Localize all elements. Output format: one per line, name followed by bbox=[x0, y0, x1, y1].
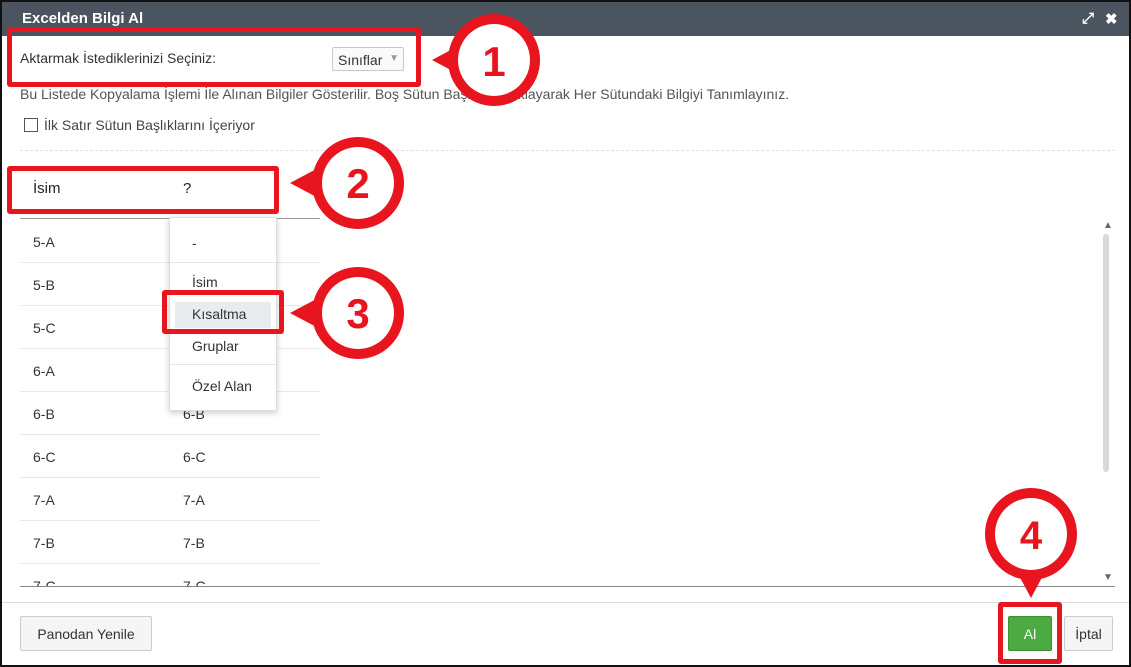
checkbox-label: İlk Satır Sütun Başlıklarını İçeriyor bbox=[44, 117, 255, 133]
highlight-box-3 bbox=[162, 290, 284, 334]
dialog-footer bbox=[2, 602, 1129, 665]
header-row-checkbox[interactable] bbox=[24, 118, 38, 132]
table-cell: 5-B bbox=[33, 277, 55, 293]
close-icon[interactable]: ✖ bbox=[1105, 10, 1118, 28]
table-cell: 7-B bbox=[183, 535, 205, 551]
callout-3-number: 3 bbox=[346, 290, 369, 337]
table-cell: 6-B bbox=[33, 406, 55, 422]
table-cell: 7-C bbox=[33, 578, 56, 586]
highlight-box-2 bbox=[7, 166, 279, 214]
scroll-up-icon[interactable]: ▲ bbox=[1103, 220, 1113, 231]
divider bbox=[20, 150, 1115, 151]
refresh-from-clipboard-button[interactable]: Panodan Yenile bbox=[20, 616, 152, 651]
header-row-checkbox-row[interactable]: İlk Satır Sütun Başlıklarını İçeriyor bbox=[24, 117, 255, 133]
dropdown-separator bbox=[170, 262, 276, 263]
table-row: 6-C 6-C bbox=[20, 435, 320, 478]
cancel-button[interactable]: İptal bbox=[1064, 616, 1113, 651]
window-title: Excelden Bilgi Al bbox=[22, 10, 144, 27]
callout-1-number: 1 bbox=[482, 38, 505, 85]
table-row: 7-B 7-B bbox=[20, 521, 320, 564]
dialog-window: Excelden Bilgi Al ⤢ ✖ Aktarmak İstedikle… bbox=[0, 0, 1131, 667]
info-text: Bu Listede Kopyalama İşlemi İle Alınan B… bbox=[20, 86, 790, 102]
scroll-down-icon[interactable]: ▼ bbox=[1103, 572, 1113, 583]
callout-2: 2 bbox=[290, 137, 404, 229]
callout-1: 1 bbox=[432, 14, 540, 106]
table-cell: 6-C bbox=[33, 449, 56, 465]
table-cell: 7-A bbox=[183, 492, 205, 508]
table-cell: 7-B bbox=[33, 535, 55, 551]
callout-4-number: 4 bbox=[1020, 514, 1043, 558]
table-bottom-border bbox=[20, 586, 1115, 587]
scrollbar[interactable] bbox=[1103, 234, 1109, 472]
table-cell: 7-A bbox=[33, 492, 55, 508]
table-cell: 7-C bbox=[183, 578, 206, 586]
highlight-box-1 bbox=[7, 27, 421, 87]
callout-4: 4 bbox=[985, 488, 1077, 598]
expand-icon[interactable]: ⤢ bbox=[1082, 10, 1094, 27]
table-row: 7-A 7-A bbox=[20, 478, 320, 521]
table-cell: 6-C bbox=[183, 449, 206, 465]
callout-3: 3 bbox=[290, 267, 404, 359]
table-row: 7-C 7-C bbox=[20, 564, 320, 586]
callout-2-number: 2 bbox=[346, 160, 369, 207]
table-cell: 6-A bbox=[33, 363, 55, 379]
highlight-box-4 bbox=[998, 602, 1062, 664]
table-cell: 5-A bbox=[33, 234, 55, 250]
dropdown-separator bbox=[170, 364, 276, 365]
table-cell: 5-C bbox=[33, 320, 56, 336]
